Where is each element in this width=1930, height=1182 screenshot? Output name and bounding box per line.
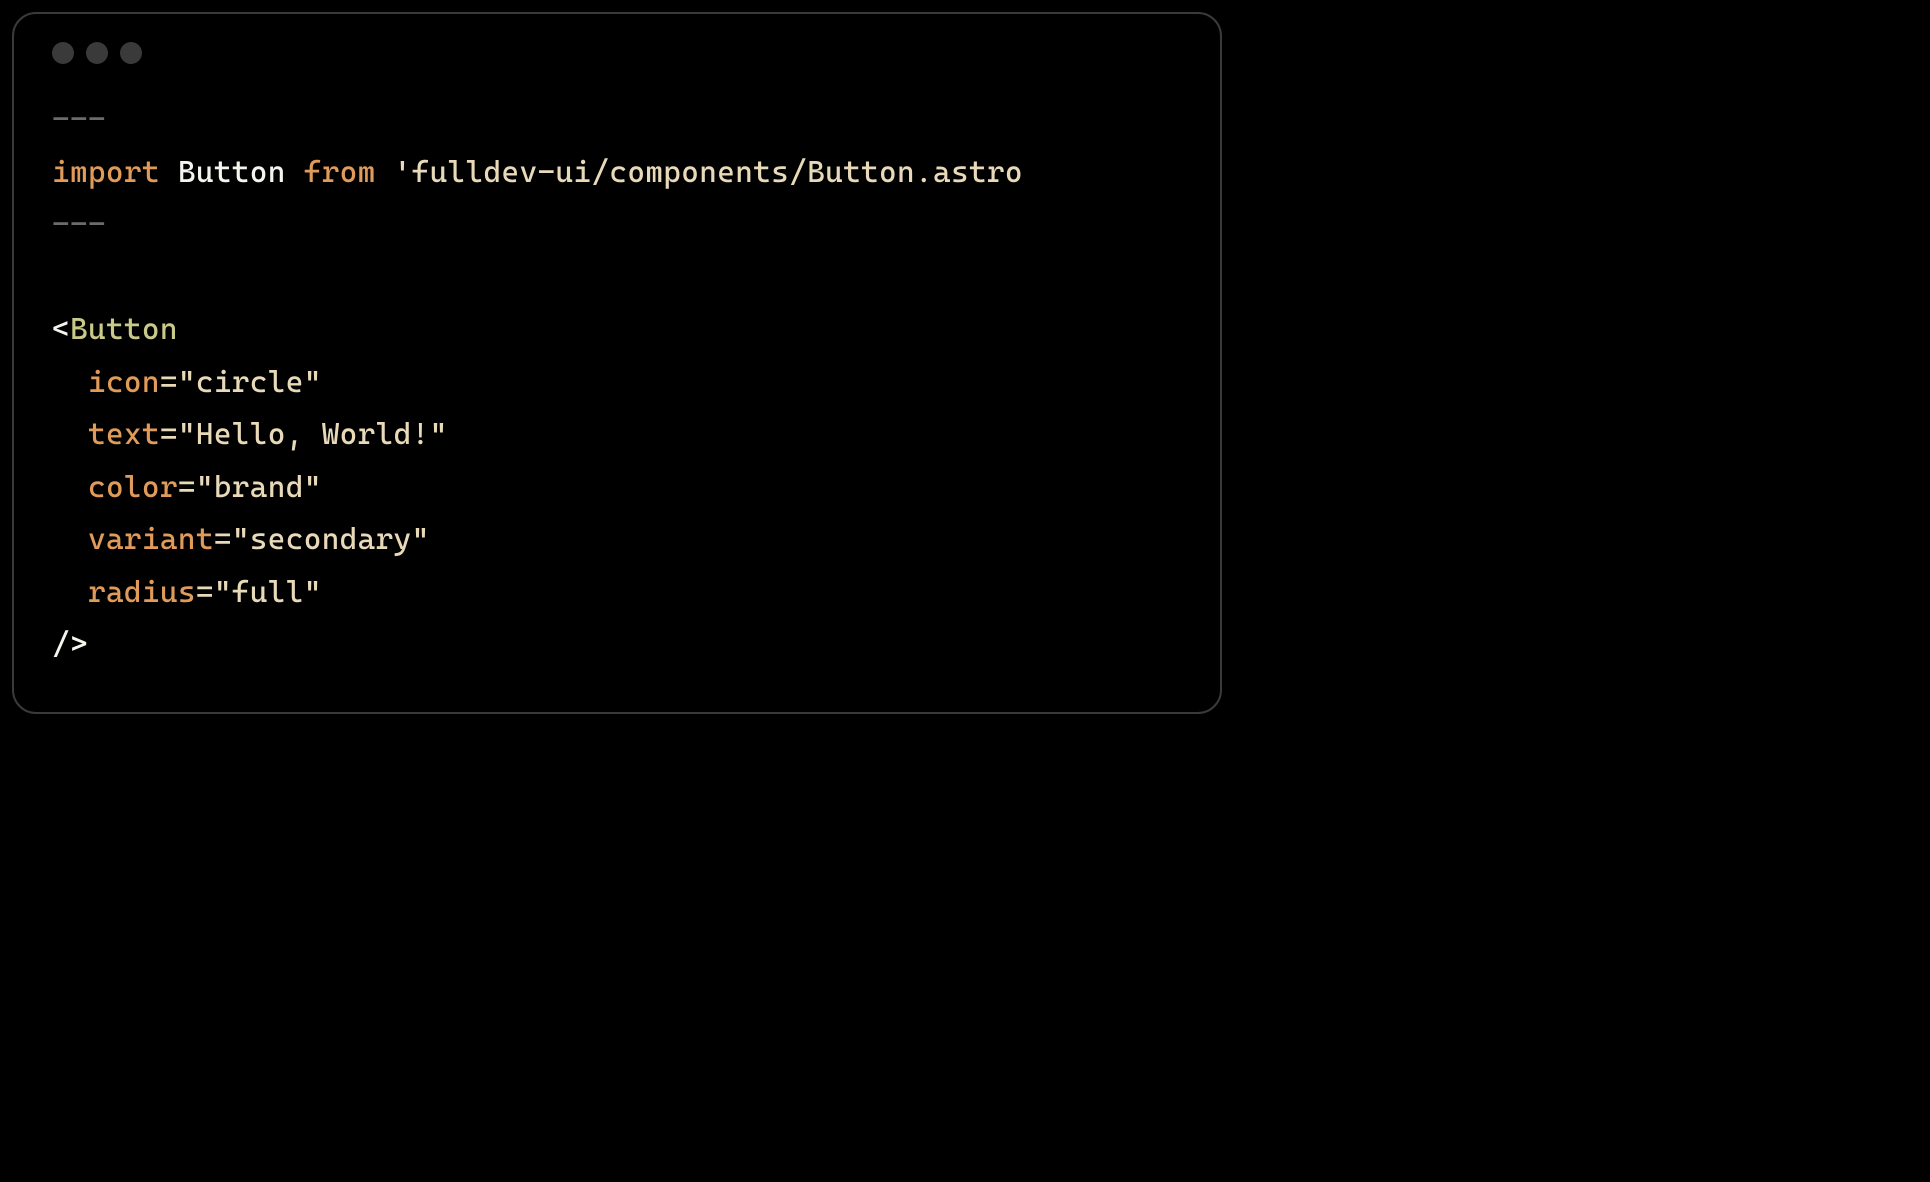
- attr-equals: =: [160, 417, 178, 452]
- attr-equals: =: [214, 522, 232, 557]
- window-dot-icon: [52, 42, 74, 64]
- attr-value: "circle": [178, 365, 322, 400]
- attr-equals: =: [160, 365, 178, 400]
- from-keyword: from: [304, 155, 376, 190]
- window-dot-icon: [120, 42, 142, 64]
- attr-equals: =: [178, 470, 196, 505]
- attr-value: "secondary": [232, 522, 430, 557]
- attr-value: "Hello, World!": [178, 417, 448, 452]
- attr-name: radius: [88, 575, 196, 610]
- attr-value: "full": [214, 575, 322, 610]
- attr-equals: =: [196, 575, 214, 610]
- window-header: [14, 14, 1220, 84]
- import-keyword: import: [52, 155, 160, 190]
- attr-value: "brand": [196, 470, 322, 505]
- tag-close: />: [52, 627, 88, 662]
- code-content: --- import Button from 'fulldev-ui/compo…: [14, 84, 1220, 672]
- frontmatter-close: ---: [52, 207, 106, 242]
- frontmatter-open: ---: [52, 102, 106, 137]
- attr-name: text: [88, 417, 160, 452]
- tag-open-bracket: <: [52, 312, 70, 347]
- attr-name: variant: [88, 522, 214, 557]
- window-dot-icon: [86, 42, 108, 64]
- attr-name: icon: [88, 365, 160, 400]
- component-name: Button: [70, 312, 178, 347]
- code-window: --- import Button from 'fulldev-ui/compo…: [12, 12, 1222, 714]
- import-path: 'fulldev-ui/components/Button.astro: [394, 155, 1023, 190]
- attr-name: color: [88, 470, 178, 505]
- import-name: Button: [178, 155, 286, 190]
